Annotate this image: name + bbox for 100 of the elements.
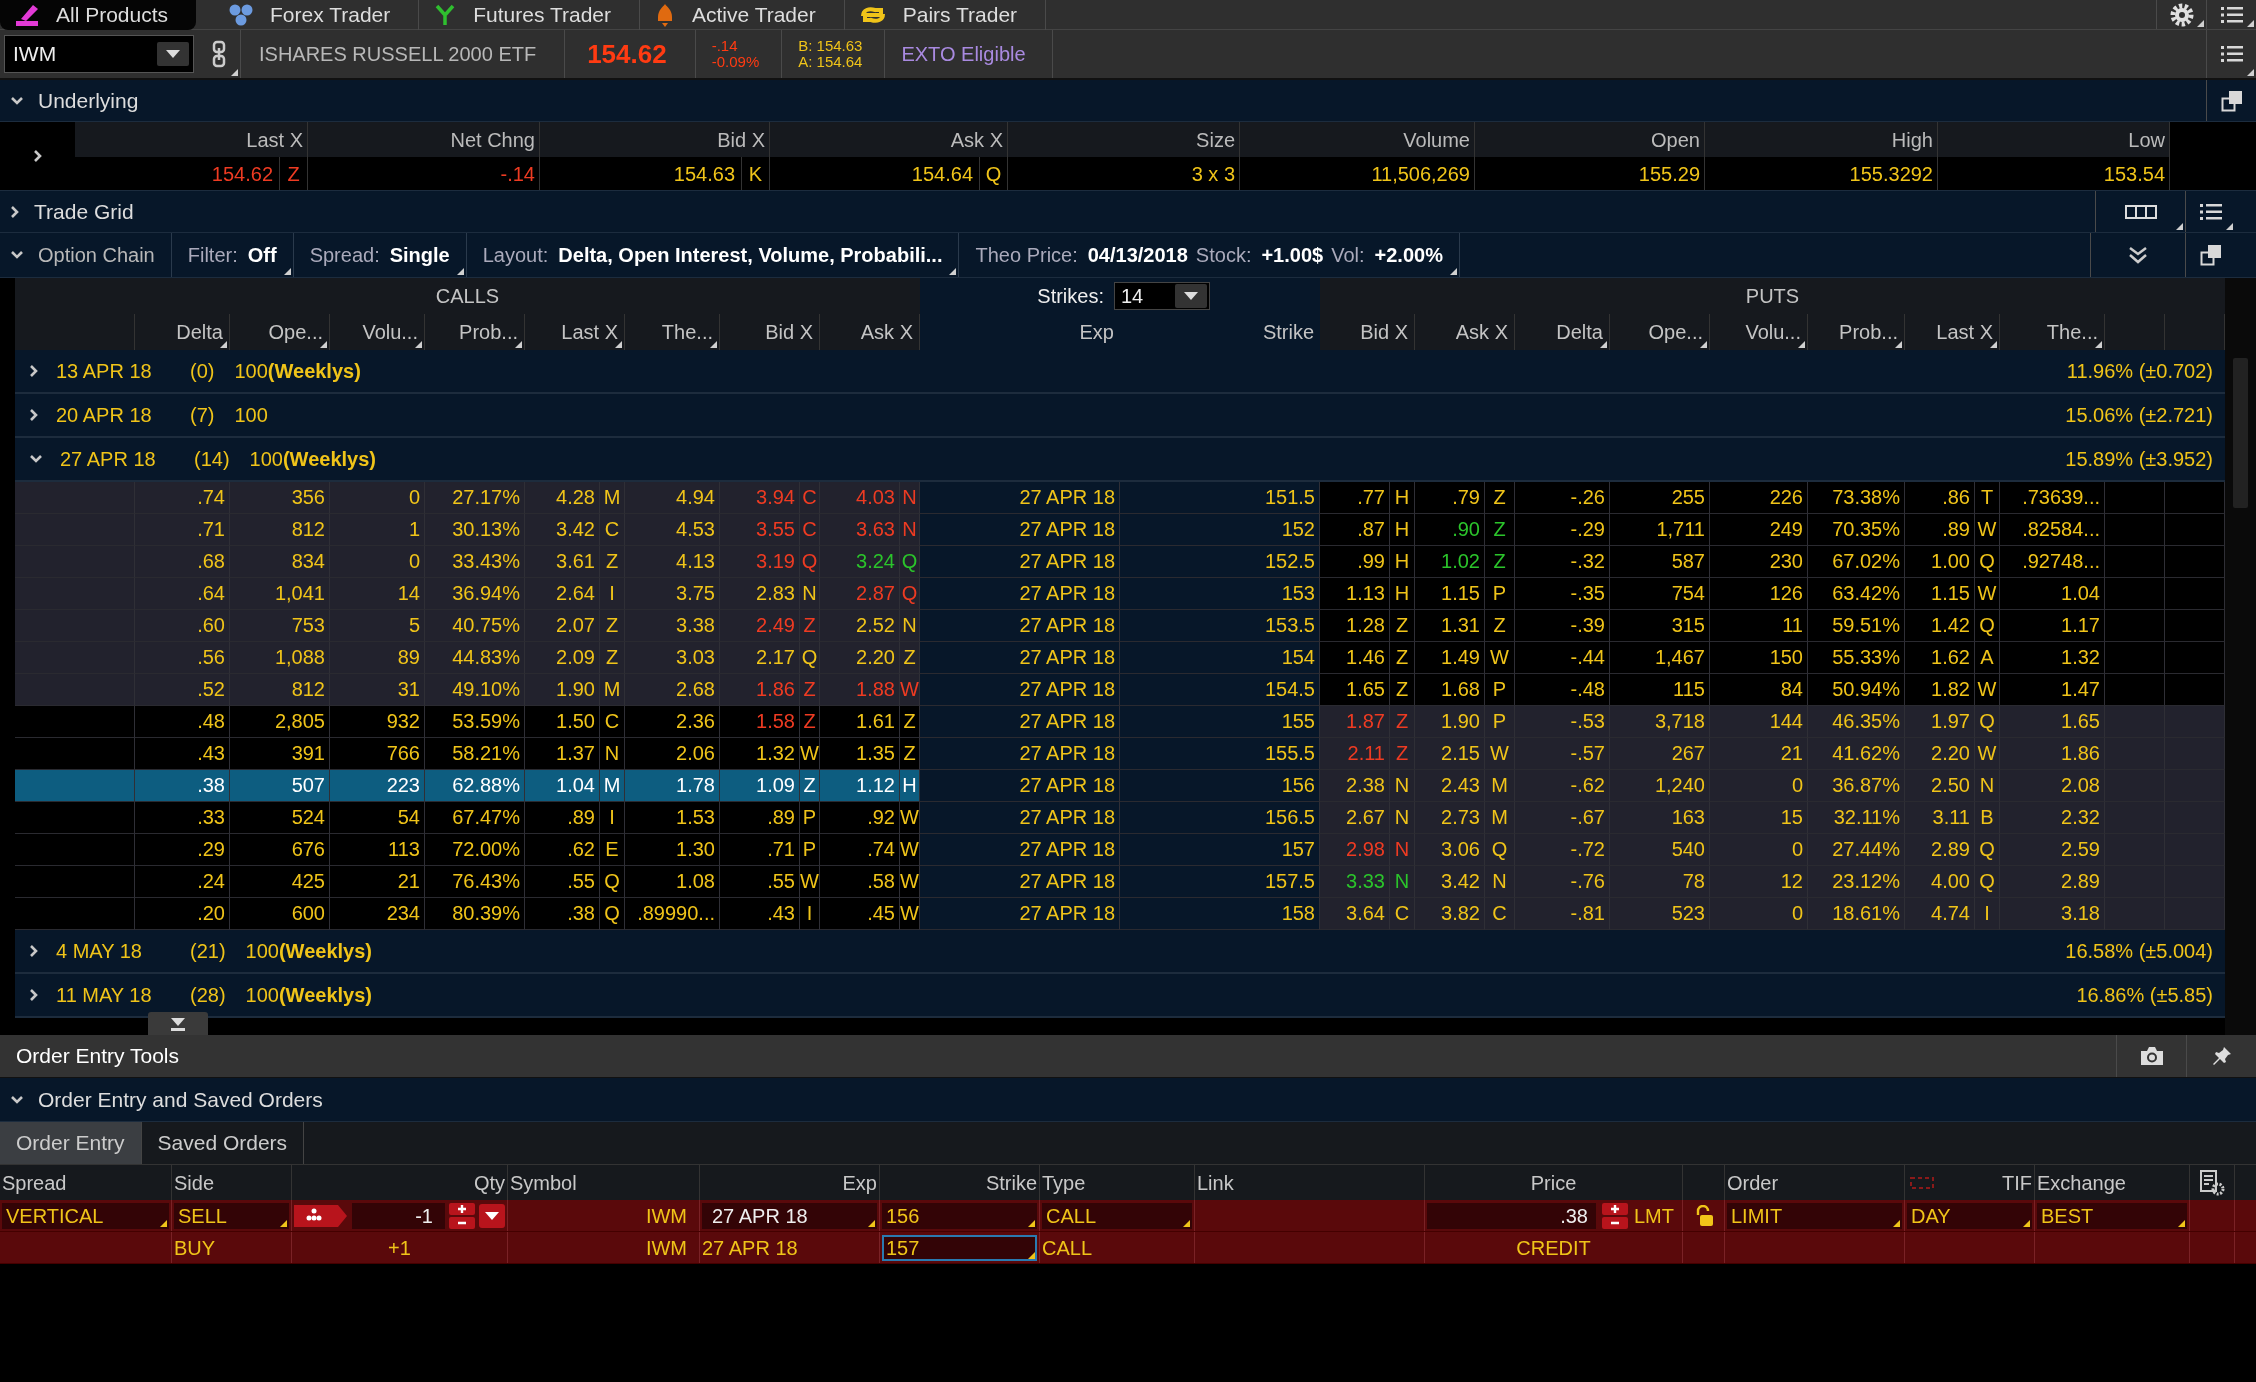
calls-row[interactable]: .38 507 223 62.88% 1.04 M 1.78 1.09 Z 1.12 H [15, 770, 920, 802]
puts-row[interactable]: 1.28 Z 1.31 Z -.39 315 11 59.51% 1.42 Q 1.17 [1320, 610, 2225, 642]
column-header[interactable]: Open [1475, 122, 1705, 157]
section-title: Trade Grid [34, 198, 134, 225]
quantity-field[interactable]: -1 [352, 1202, 445, 1229]
column-header: Price [1530, 1170, 1577, 1196]
stepper-button[interactable] [1602, 1202, 1628, 1229]
table-cell-text: 155.3292 [1849, 161, 1933, 187]
stepper-button[interactable] [449, 1202, 475, 1229]
column-header[interactable]: Net Chng [308, 122, 540, 157]
puts-row[interactable]: 3.33 N 3.42 N -.76 78 12 23.12% 4.00 Q 2.89 [1320, 866, 2225, 898]
dropdown-field[interactable]: DAY [1907, 1202, 2032, 1229]
detach-window-icon[interactable] [2199, 244, 2222, 266]
chevron-right-icon[interactable] [32, 149, 43, 163]
puts-row[interactable]: 2.11 Z 2.15 W -.57 267 21 41.62% 2.20 W 1.86 [1320, 738, 2225, 770]
strike-field[interactable]: 156 [882, 1202, 1037, 1229]
puts-row[interactable]: 1.13 H 1.15 P -.35 754 126 63.42% 1.15 W 1.04 [1320, 578, 2225, 610]
expiration-row[interactable]: 20 APR 18 (7) 100 15.06% (±2.721) [15, 394, 2225, 438]
column-header[interactable]: Ask X [770, 122, 1008, 157]
chevron-down-icon[interactable] [29, 454, 43, 464]
strikes-dropdown[interactable]: 14 [1114, 282, 1210, 310]
chevron-down-icon[interactable] [10, 250, 24, 260]
puts-row[interactable]: 3.64 C 3.82 C -.81 523 0 18.61% 4.74 I 3.18 [1320, 898, 2225, 930]
product-tab[interactable]: Pairs Trader [844, 0, 1047, 30]
menu-icon[interactable] [2219, 44, 2244, 64]
table-cell-text: CALL [1042, 1235, 1093, 1261]
column-header[interactable]: Last X [75, 122, 308, 157]
column-header[interactable]: Strike [1120, 314, 1320, 350]
symbol-field[interactable]: IWM [4, 35, 194, 73]
column-header[interactable]: Low [1938, 122, 2170, 157]
column-header[interactable]: Size [1008, 122, 1240, 157]
chevron-right-icon[interactable] [29, 408, 39, 422]
price-field[interactable]: .38 [1427, 1202, 1596, 1229]
order-settings-icon[interactable] [2199, 1169, 2225, 1196]
dropdown-field[interactable]: BEST [2037, 1202, 2187, 1229]
calls-row[interactable]: .56 1,088 89 44.83% 2.09 Z 3.03 2.17 Q 2.20 Z [15, 642, 920, 674]
calls-row[interactable]: .43 391 766 58.21% 1.37 N 2.06 1.32 W 1.35 Z [15, 738, 920, 770]
column-header[interactable]: Exp [920, 314, 1120, 350]
double-chevron-down-icon[interactable] [2128, 246, 2148, 264]
price-type[interactable]: LMT [1634, 1200, 1680, 1231]
scrollbar[interactable] [2225, 278, 2256, 1035]
caret-icon[interactable] [157, 42, 189, 66]
calls-row[interactable]: .74 356 0 27.17% 4.28 M 4.94 3.94 C 4.03 N [15, 482, 920, 514]
pin-icon[interactable] [2211, 1046, 2232, 1066]
puts-row[interactable]: 2.98 N 3.06 Q -.72 540 0 27.44% 2.89 Q 2.59 [1320, 834, 2225, 866]
puts-row[interactable]: .87 H .90 Z -.29 1,711 249 70.35% .89 W .82584... [1320, 514, 2225, 546]
column-header[interactable]: Volume [1240, 122, 1475, 157]
link-icon[interactable] [212, 40, 226, 68]
detach-window-icon[interactable] [2220, 89, 2243, 112]
calls-row[interactable]: .29 676 113 72.00% .62 E 1.30 .71 P .74 W [15, 834, 920, 866]
calls-row[interactable]: .52 812 31 49.10% 1.90 M 2.68 1.86 Z 1.88 W [15, 674, 920, 706]
calls-row[interactable]: .64 1,041 14 36.94% 2.64 I 3.75 2.83 N 2.87 Q [15, 578, 920, 610]
caret-icon[interactable] [1175, 284, 1207, 308]
tab[interactable]: Saved Orders [141, 1122, 305, 1164]
puts-row[interactable]: 1.87 Z 1.90 P -.53 3,718 144 46.35% 1.97 Q 1.65 [1320, 706, 2225, 738]
expiration-row[interactable]: 11 MAY 18 (28) 100(Weeklys) 16.86% (±5.85) [15, 974, 2225, 1018]
strike-field[interactable]: 157 [882, 1234, 1037, 1261]
puts-row[interactable]: 1.46 Z 1.49 W -.44 1,467 150 55.33% 1.62 A 1.32 [1320, 642, 2225, 674]
calls-row[interactable]: .20 600 234 80.39% .38 Q .89990... .43 I .45 W [15, 898, 920, 930]
expiration-row[interactable]: 4 MAY 18 (21) 100(Weeklys) 16.58% (±5.004) [15, 930, 2225, 974]
chevron-right-icon[interactable] [29, 988, 39, 1002]
expiration-row[interactable]: 27 APR 18 (14) 100(Weeklys) 15.89% (±3.952) [15, 438, 2225, 482]
menu-icon[interactable] [2219, 4, 2244, 25]
product-tab[interactable]: All Products [0, 0, 197, 30]
column-header[interactable]: High [1705, 122, 1938, 157]
product-tab[interactable]: Active Trader [640, 0, 845, 30]
calls-row[interactable]: .68 834 0 33.43% 3.61 Z 4.13 3.19 Q 3.24 Q [15, 546, 920, 578]
chevron-down-icon[interactable] [10, 1094, 24, 1105]
calls-row[interactable]: .48 2,805 932 53.59% 1.50 C 2.36 1.58 Z 1.61 Z [15, 706, 920, 738]
dropdown-field[interactable]: SELL [174, 1202, 289, 1229]
chevron-right-icon[interactable] [29, 364, 39, 378]
dropdown-button[interactable] [479, 1203, 505, 1228]
dropdown-field[interactable]: 27 APR 18 [702, 1202, 877, 1229]
calls-row[interactable]: .24 425 21 76.43% .55 Q 1.08 .55 W .58 W [15, 866, 920, 898]
dropdown-field[interactable]: LIMIT [1727, 1202, 1902, 1229]
collapse-handle[interactable] [148, 1012, 208, 1035]
dropdown-field[interactable]: CALL [1042, 1202, 1192, 1229]
chevron-right-icon[interactable] [10, 204, 20, 219]
chevron-down-icon[interactable] [10, 95, 24, 106]
puts-row[interactable]: .77 H .79 Z -.26 255 226 73.38% .86 T .73639... [1320, 482, 2225, 514]
columns-layout-icon[interactable] [2124, 204, 2157, 219]
chevron-right-icon[interactable] [29, 944, 39, 958]
product-tab[interactable]: Futures Trader [419, 0, 640, 30]
dropdown-field[interactable]: VERTICAL [2, 1202, 169, 1229]
puts-row[interactable]: 2.67 N 2.73 M -.67 163 15 32.11% 3.11 B 2.32 [1320, 802, 2225, 834]
menu-icon[interactable] [2198, 201, 2223, 222]
product-tab[interactable]: Forex Trader [214, 0, 420, 30]
camera-icon[interactable] [2138, 1045, 2165, 1067]
days-count: (7) [190, 403, 215, 428]
puts-row[interactable]: 2.38 N 2.43 M -.62 1,240 0 36.87% 2.50 N 2.08 [1320, 770, 2225, 802]
puts-row[interactable]: 1.65 Z 1.68 P -.48 115 84 50.94% 1.82 W 1.47 [1320, 674, 2225, 706]
calls-row[interactable]: .33 524 54 67.47% .89 I 1.53 .89 P .92 W [15, 802, 920, 834]
tab[interactable]: Order Entry [0, 1122, 142, 1164]
expiration-row[interactable]: 13 APR 18 (0) 100(Weeklys) 11.96% (±0.702) [15, 350, 2225, 394]
calls-row[interactable]: .60 753 5 40.75% 2.07 Z 3.38 2.49 Z 2.52 N [15, 610, 920, 642]
puts-row[interactable]: .99 H 1.02 Z -.32 587 230 67.02% 1.00 Q .92748... [1320, 546, 2225, 578]
settings-icon[interactable] [2168, 1, 2195, 28]
leg-icon[interactable] [294, 1203, 348, 1228]
column-header[interactable]: Bid X [540, 122, 770, 157]
calls-row[interactable]: .71 812 1 30.13% 3.42 C 4.53 3.55 C 3.63 N [15, 514, 920, 546]
